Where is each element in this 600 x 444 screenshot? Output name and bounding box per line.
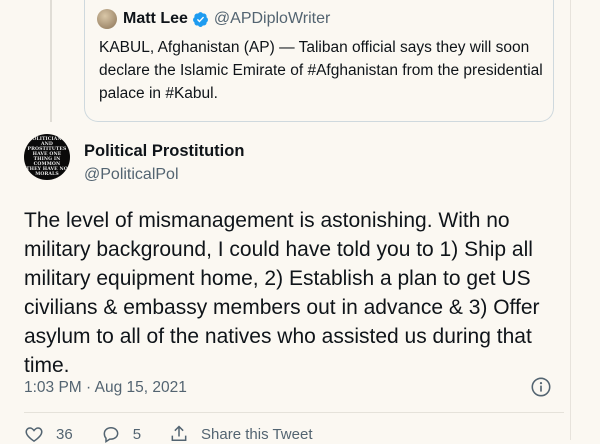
verified-badge-icon (192, 11, 208, 27)
quoted-author-name[interactable]: Matt Lee (123, 10, 188, 28)
page-edge (570, 0, 600, 440)
quoted-author-avatar[interactable] (97, 9, 117, 29)
thread-line (50, 0, 52, 122)
reply-bubble-icon (103, 426, 119, 443)
heart-icon (25, 427, 43, 442)
quoted-tweet-text: KABUL, Afghanistan (AP) — Taliban offici… (99, 39, 543, 102)
tweet-actions: 36 5 Share this Tweet (24, 424, 340, 444)
like-button[interactable]: 36 (24, 424, 73, 444)
author-name[interactable]: Political Prostitution (84, 142, 244, 161)
quoted-tweet-card[interactable]: Matt Lee @APDiploWriter KABUL, Afghanist… (84, 0, 554, 122)
avatar-text-line: MORALS (35, 172, 59, 177)
tweet-text: The level of mismanagement is astonishin… (24, 209, 540, 377)
divider (24, 412, 564, 413)
quoted-author-handle[interactable]: @APDiploWriter (214, 10, 330, 28)
author-handle[interactable]: @PoliticalPol (84, 166, 179, 184)
info-icon[interactable] (530, 376, 552, 398)
quoted-tweet-header: Matt Lee @APDiploWriter (97, 9, 330, 29)
author-avatar[interactable]: POLITICIANS AND PROSTITUTES HAVE ONE THI… (24, 134, 70, 180)
reply-button[interactable]: 5 (101, 424, 141, 444)
tweet-timestamp[interactable]: 1:03 PM · Aug 15, 2021 (24, 379, 187, 397)
share-button[interactable]: Share this Tweet (169, 424, 312, 444)
share-icon (171, 425, 187, 441)
